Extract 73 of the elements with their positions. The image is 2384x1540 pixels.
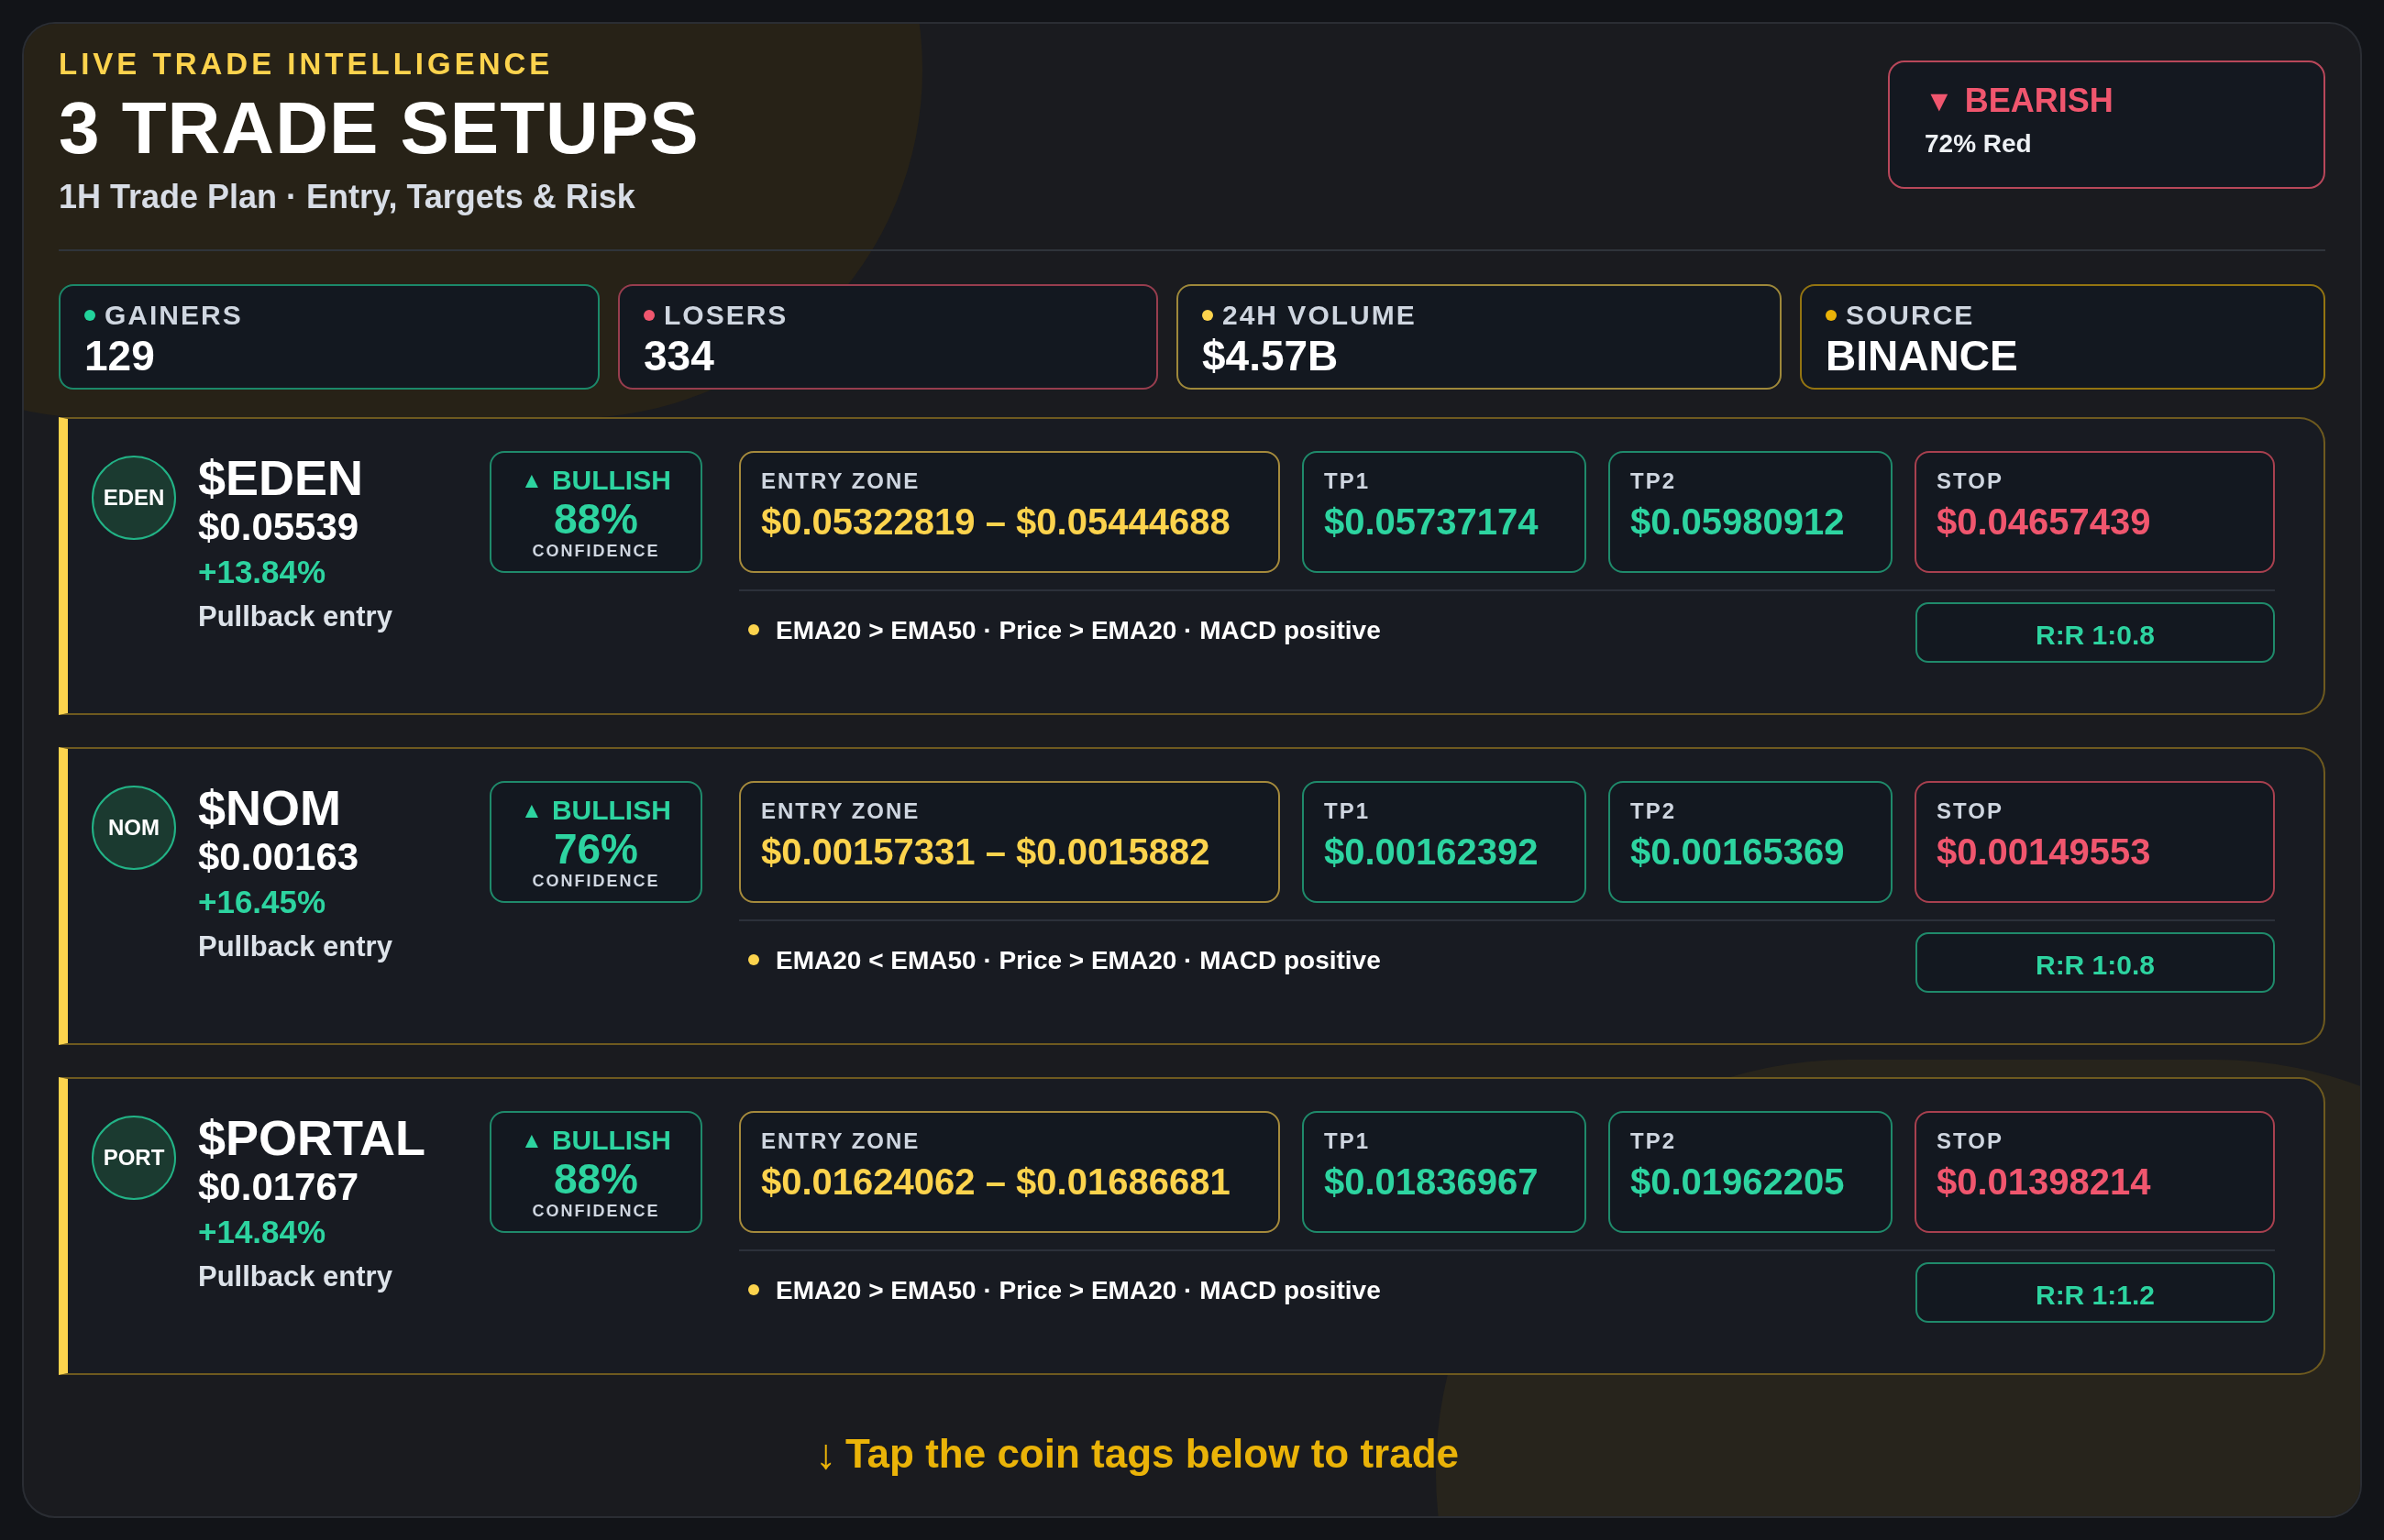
level-label: ENTRY ZONE bbox=[761, 1128, 922, 1155]
page-subtitle: 1H Trade Plan · Entry, Targets & Risk bbox=[59, 177, 636, 217]
level-value: $0.00165369 bbox=[1630, 830, 1846, 874]
level-label: TP1 bbox=[1324, 468, 1371, 495]
signal-label: BULLISH bbox=[551, 794, 671, 827]
eyebrow-label: LIVE TRADE INTELLIGENCE bbox=[59, 46, 555, 82]
coin-symbol: $PORTAL bbox=[198, 1111, 426, 1164]
level-label: STOP bbox=[1937, 798, 2004, 825]
level-label: TP1 bbox=[1324, 798, 1371, 825]
coin-price: $0.01767 bbox=[198, 1164, 360, 1210]
coin-price: $0.05539 bbox=[198, 504, 360, 550]
confidence-label: CONFIDENCE bbox=[532, 541, 660, 561]
page-title: 3 TRADE SETUPS bbox=[59, 86, 700, 170]
level-label: ENTRY ZONE bbox=[761, 468, 922, 495]
arrow-icon: ▼ bbox=[1925, 81, 1954, 121]
coin-tag[interactable]: EDEN bbox=[92, 456, 176, 540]
setup-note: Pullback entry bbox=[198, 600, 393, 634]
stat-value: 334 bbox=[644, 332, 715, 380]
level-label: TP2 bbox=[1630, 468, 1677, 495]
coin-symbol: $NOM bbox=[198, 781, 342, 834]
risk-reward-badge: R:R 1:0.8 bbox=[1915, 932, 2275, 993]
stat-value: 129 bbox=[84, 332, 156, 380]
level-value: $0.01624062 – $0.01686681 bbox=[761, 1160, 1231, 1204]
confidence-label: CONFIDENCE bbox=[532, 1201, 660, 1221]
level-value: $0.05737174 bbox=[1324, 500, 1540, 544]
level-value: $0.01962205 bbox=[1630, 1160, 1846, 1204]
stat-label: 24H VOLUME bbox=[1222, 299, 1417, 332]
arrow-icon: ▲ bbox=[521, 794, 543, 827]
confidence-value: 76% bbox=[553, 827, 639, 871]
level-value: $0.00157331 – $0.0015882 bbox=[761, 830, 1211, 874]
stat-value: $4.57B bbox=[1202, 332, 1340, 380]
level-label: TP2 bbox=[1630, 1128, 1677, 1155]
level-label: STOP bbox=[1937, 468, 2004, 495]
stat-label: GAINERS bbox=[105, 299, 243, 332]
risk-reward-badge: R:R 1:1.2 bbox=[1915, 1262, 2275, 1323]
coin-tag[interactable]: PORT bbox=[92, 1116, 176, 1200]
arrow-icon: ▲ bbox=[521, 1124, 543, 1157]
price-change: +13.84% bbox=[198, 553, 327, 591]
coin-symbol: $EDEN bbox=[198, 451, 365, 504]
confidence-value: 88% bbox=[553, 497, 639, 541]
level-value: $0.05980912 bbox=[1630, 500, 1846, 544]
confidence-label: CONFIDENCE bbox=[532, 871, 660, 891]
coin-price: $0.00163 bbox=[198, 834, 360, 880]
level-label: TP1 bbox=[1324, 1128, 1371, 1155]
level-label: ENTRY ZONE bbox=[761, 798, 922, 825]
setup-note: Pullback entry bbox=[198, 930, 393, 964]
setup-note: Pullback entry bbox=[198, 1260, 393, 1294]
coin-tag[interactable]: NOM bbox=[92, 786, 176, 870]
level-label: TP2 bbox=[1630, 798, 1677, 825]
indicator-summary: EMA20 > EMA50 · Price > EMA20 · MACD positive bbox=[776, 1275, 1381, 1306]
level-value: $0.01398214 bbox=[1937, 1160, 2152, 1204]
risk-reward-badge: R:R 1:0.8 bbox=[1915, 602, 2275, 663]
price-change: +16.45% bbox=[198, 883, 327, 921]
level-value: $0.04657439 bbox=[1937, 500, 2152, 544]
level-value: $0.01836967 bbox=[1324, 1160, 1540, 1204]
stat-value: BINANCE bbox=[1826, 332, 2019, 380]
sentiment-label: BEARISH bbox=[1964, 81, 2114, 121]
level-value: $0.00162392 bbox=[1324, 830, 1540, 874]
indicator-summary: EMA20 < EMA50 · Price > EMA20 · MACD positive bbox=[776, 945, 1381, 976]
level-value: $0.05322819 – $0.05444688 bbox=[761, 500, 1231, 544]
level-label: STOP bbox=[1937, 1128, 2004, 1155]
confidence-value: 88% bbox=[553, 1157, 639, 1201]
stat-label: SOURCE bbox=[1846, 299, 1975, 332]
level-value: $0.00149553 bbox=[1937, 830, 2152, 874]
signal-label: BULLISH bbox=[551, 1124, 671, 1157]
arrow-icon: ▲ bbox=[521, 464, 543, 497]
sentiment-detail: 72% Red bbox=[1925, 128, 2033, 160]
price-change: +14.84% bbox=[198, 1213, 327, 1251]
arrow-icon: ↓ bbox=[815, 1428, 836, 1480]
stat-label: LOSERS bbox=[664, 299, 789, 332]
indicator-summary: EMA20 > EMA50 · Price > EMA20 · MACD positive bbox=[776, 615, 1381, 646]
footer-hint: Tap the coin tags below to trade bbox=[845, 1430, 1459, 1478]
signal-label: BULLISH bbox=[551, 464, 671, 497]
